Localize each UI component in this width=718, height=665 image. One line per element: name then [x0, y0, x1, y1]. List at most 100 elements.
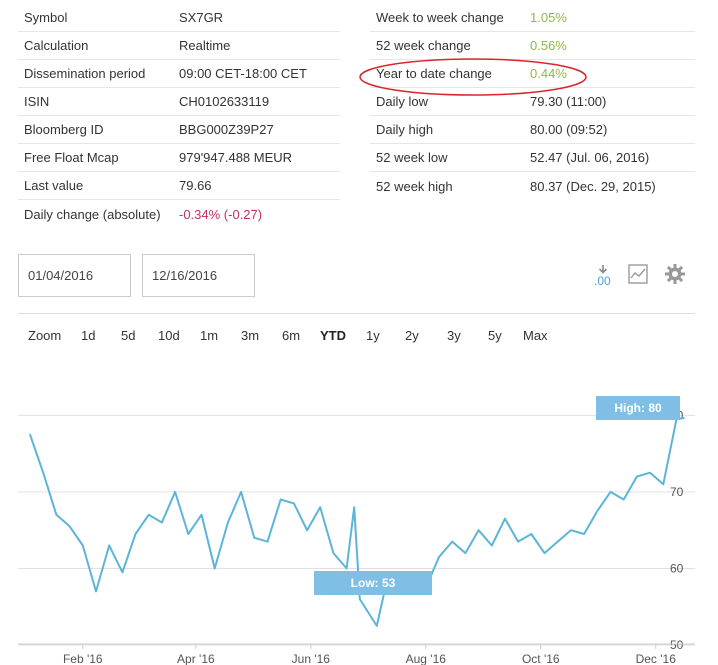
x-tick-label: Feb '16	[63, 652, 103, 665]
data-point	[306, 529, 308, 531]
zoom-option[interactable]: 1d	[81, 328, 95, 343]
data-point	[319, 506, 322, 508]
info-key: Last value	[24, 178, 84, 193]
data-point	[636, 475, 638, 478]
info-row: 52 week high 80.37 (Dec. 29, 2015)	[370, 172, 695, 200]
info-value: 09:00 CET-18:00 CET	[179, 66, 307, 81]
data-point	[213, 567, 216, 570]
data-point	[147, 514, 150, 516]
data-point	[543, 552, 546, 554]
info-row: Calculation Realtime	[18, 32, 340, 60]
data-point	[42, 471, 44, 474]
data-point	[517, 540, 519, 543]
data-point	[359, 598, 361, 600]
info-key: Bloomberg ID	[24, 122, 104, 137]
date-from-input[interactable]: 01/04/2016	[18, 254, 131, 297]
zoom-label: Zoom	[28, 328, 62, 343]
info-key: Dissemination period	[24, 66, 146, 81]
info-row: Daily high 80.00 (09:52)	[370, 116, 695, 144]
info-value: 0.56%	[530, 38, 567, 53]
info-value: CH0102633119	[179, 94, 270, 109]
zoom-option[interactable]: Max	[523, 328, 548, 343]
x-tick-label: Dec '16	[636, 652, 677, 665]
info-value: 1.05%	[530, 10, 567, 25]
data-point	[121, 571, 124, 574]
x-tick-label: Aug '16	[406, 652, 447, 665]
info-value: SX7GR	[179, 10, 224, 25]
price-line-chart: 50607080Feb '16Apr '16Jun '16Aug '16Oct …	[18, 396, 695, 665]
data-point	[332, 552, 335, 554]
y-tick-label: 60	[670, 561, 684, 575]
download-label: .00	[594, 274, 611, 288]
data-point	[81, 544, 84, 547]
data-point	[583, 533, 585, 535]
data-point	[279, 498, 282, 501]
info-row: Bloomberg ID BBG000Z39P27	[18, 116, 340, 144]
info-row: Daily change (absolute) -0.34% (-0.27)	[18, 200, 340, 228]
data-point	[108, 544, 110, 547]
data-point	[161, 521, 163, 524]
zoom-option[interactable]: YTD	[320, 328, 346, 343]
settings-gear-icon[interactable]	[664, 263, 688, 287]
zoom-option[interactable]: 5y	[488, 328, 502, 343]
download-data-icon[interactable]: .00	[591, 263, 615, 288]
info-row: Free Float Mcap 979'947.488 MEUR	[18, 144, 340, 172]
zoom-option[interactable]: 2y	[405, 328, 419, 343]
data-point	[596, 510, 599, 512]
info-value: 979'947.488 MEUR	[179, 150, 293, 165]
data-point	[29, 433, 31, 436]
data-point	[490, 544, 493, 547]
data-point	[68, 525, 71, 528]
performance-info-table: Week to week change 1.05% 52 week change 0.…	[370, 4, 695, 200]
info-key: Daily change (absolute)	[24, 206, 161, 222]
x-tick-label: Jun '16	[292, 652, 331, 665]
info-row: Week to week change 1.05%	[370, 4, 695, 32]
date-to-input[interactable]: 12/16/2016	[142, 254, 255, 297]
data-point	[375, 625, 378, 627]
chart-type-icon[interactable]	[627, 263, 651, 287]
info-key: Calculation	[24, 38, 89, 53]
info-value: 79.66	[179, 178, 212, 193]
info-value: 80.00 (09:52)	[530, 122, 608, 137]
zoom-option[interactable]: 3m	[241, 328, 259, 343]
data-point	[649, 471, 651, 474]
low-flag-label: Low: 53	[351, 576, 396, 590]
info-key: Week to week change	[376, 10, 504, 25]
data-point	[556, 540, 559, 543]
data-point	[438, 556, 440, 558]
info-key: 52 week change	[376, 38, 471, 53]
info-value: 52.47 (Jul. 06, 2016)	[530, 150, 650, 165]
data-point	[227, 521, 229, 524]
zoom-option[interactable]: 6m	[282, 328, 300, 343]
highlight-circle	[359, 58, 587, 96]
x-tick-label: Apr '16	[177, 652, 215, 665]
data-point	[530, 533, 533, 535]
info-value: Realtime	[179, 38, 231, 53]
zoom-option[interactable]: 10d	[158, 328, 180, 343]
info-key: ISIN	[24, 94, 50, 109]
zoom-option[interactable]: 1y	[366, 328, 380, 343]
info-value: BBG000Z39P27	[179, 122, 274, 137]
zoom-option[interactable]: 1m	[200, 328, 218, 343]
info-row: Dissemination period 09:00 CET-18:00 CET	[18, 60, 340, 88]
data-point	[134, 533, 137, 535]
data-point	[95, 590, 97, 593]
data-point	[570, 529, 572, 531]
data-point	[504, 517, 506, 520]
info-key: Symbol	[24, 10, 68, 25]
zoom-option[interactable]: 3y	[447, 328, 461, 343]
data-point	[174, 491, 176, 493]
high-flag-label: High: 80	[614, 401, 662, 415]
zoom-option[interactable]: 5d	[121, 328, 135, 343]
data-point	[683, 417, 685, 419]
data-point	[609, 491, 612, 493]
y-tick-label: 70	[670, 485, 684, 499]
info-value: -0.34% (-0.27)	[179, 206, 263, 222]
info-key: 52 week high	[376, 178, 453, 194]
info-key: Free Float Mcap	[24, 150, 119, 165]
divider	[18, 313, 695, 314]
data-point	[345, 567, 348, 570]
info-key: Daily high	[376, 122, 434, 137]
data-point	[266, 540, 269, 543]
info-row: Last value 79.66	[18, 172, 340, 200]
